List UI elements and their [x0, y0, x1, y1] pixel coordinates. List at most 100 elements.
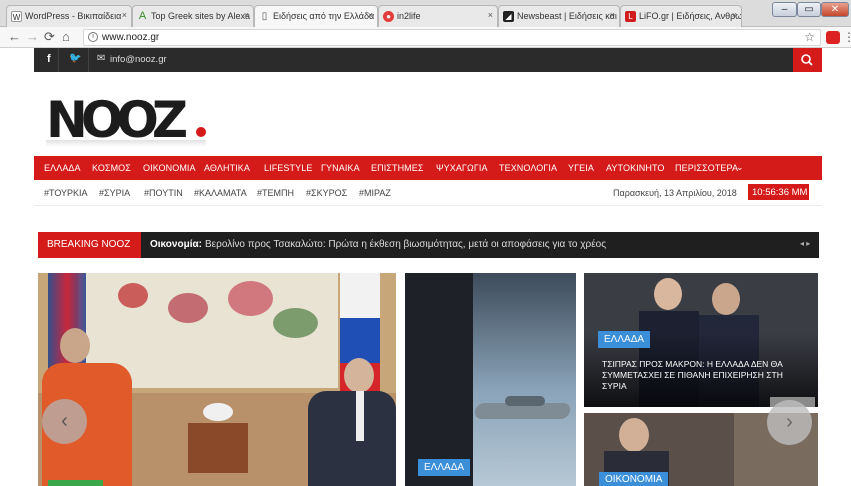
nav-item-perissotera[interactable]: ΠΕΡΙΣΣΟΤΕΡΑ: [675, 163, 738, 173]
tag-link[interactable]: #ΜΙΡΑΖ: [359, 188, 391, 198]
close-tab-icon[interactable]: ×: [732, 10, 737, 20]
person-head: [344, 358, 374, 393]
tab-in2life[interactable]: ● in2life ×: [378, 5, 498, 27]
nav-item-technologia[interactable]: ΤΕΧΝΟΛΟΓΙΑ: [499, 163, 557, 173]
person-head: [619, 418, 649, 452]
featured-card-politics[interactable]: ΕΛΛΑΔΑ ΤΣΙΠΡΑΣ ΠΡΟΣ ΜΑΚΡΟΝ: Η ΕΛΛΑΔΑ ΔΕΝ…: [584, 273, 818, 407]
tag-link[interactable]: #ΣΥΡΙΑ: [99, 188, 130, 198]
nav-item-kosmos[interactable]: ΚΟΣΜΟΣ: [92, 163, 131, 173]
nav-item-athlitika[interactable]: ΑΘΛΗΤΙΚΑ: [204, 163, 250, 173]
logo-reflection: [46, 140, 206, 147]
tab-newsbeast[interactable]: ◢ Newsbeast | Ειδήσεις και ×: [498, 5, 620, 27]
nav-item-epistimes[interactable]: ΕΠΙΣΤΗΜΕΣ: [371, 163, 424, 173]
person-head: [60, 328, 90, 363]
tag-link[interactable]: #ΠΟΥΤΙΝ: [144, 188, 183, 198]
address-bar[interactable]: i www.nooz.gr ☆: [83, 29, 821, 46]
russia-flag-blue: [340, 318, 380, 363]
close-tab-icon[interactable]: ×: [610, 10, 615, 20]
divider: [88, 48, 89, 72]
shirt-detail: [356, 391, 364, 441]
menu-icon[interactable]: ⋮: [843, 30, 851, 44]
search-icon: [801, 54, 813, 66]
site-topbar: f 🐦 ✉ info@nooz.gr: [34, 48, 822, 72]
maximize-icon[interactable]: ▭: [797, 2, 821, 17]
tab-title: Ειδήσεις από την Ελλάδα: [273, 11, 375, 21]
wikipedia-favicon-icon: W: [11, 11, 22, 22]
clock-badge: 10:56:36 MM: [748, 184, 809, 200]
close-tab-icon[interactable]: ×: [122, 10, 127, 20]
browser-tab-strip: W WordPress - Βικιπαίδεια × A Top Greek …: [0, 0, 851, 28]
alexa-favicon-icon: A: [138, 10, 147, 22]
main-nav: ΕΛΛΑΔΑ ΚΟΣΜΟΣ ΟΙΚΟΝΟΜΙΑ ΑΘΛΗΤΙΚΑ LIFESTY…: [34, 156, 822, 180]
tab-title: Top Greek sites by Alexa: [151, 11, 251, 21]
bookmark-star-icon[interactable]: ☆: [804, 30, 815, 44]
jet-canopy: [505, 396, 545, 406]
close-tab-icon[interactable]: ×: [368, 10, 373, 20]
nav-item-ellada[interactable]: ΕΛΛΑΔΑ: [44, 163, 81, 173]
nav-item-gynaika[interactable]: ΓΥΝΑΙΚΑ: [321, 163, 360, 173]
tab-lifo[interactable]: L LiFO.gr | Ειδήσεις, Ανθρω ×: [620, 5, 742, 27]
nav-item-psychagogia[interactable]: ΨΥΧΑΓΩΓΙΑ: [436, 163, 488, 173]
nav-item-aftokinito[interactable]: ΑΥΤΟΚΙΝΗΤΟ: [606, 163, 665, 173]
page-favicon-icon: ▯: [261, 11, 268, 22]
leaves-decor: [273, 308, 318, 338]
category-badge[interactable]: ΟΙΚΟΝΟΜΙΑ: [599, 472, 669, 486]
tag-link[interactable]: #ΣΚΥΡΟΣ: [306, 188, 347, 198]
home-icon[interactable]: ⌂: [62, 30, 70, 44]
category-badge[interactable]: ΕΛΛΑΔΑ: [418, 459, 471, 476]
contact-email[interactable]: info@nooz.gr: [110, 54, 167, 65]
tab-nooz[interactable]: ▯ Ειδήσεις από την Ελλάδα ×: [254, 5, 378, 28]
tab-alexa[interactable]: A Top Greek sites by Alexa ×: [132, 5, 254, 27]
chevron-down-icon: ⌄: [736, 162, 744, 172]
reload-icon[interactable]: ⟳: [44, 30, 55, 44]
tab-wikipedia[interactable]: W WordPress - Βικιπαίδεια ×: [6, 5, 132, 27]
russia-flag-white: [340, 273, 380, 318]
minimize-icon[interactable]: ‒: [772, 2, 797, 17]
nav-item-oikonomia[interactable]: ΟΙΚΟΝΟΜΙΑ: [143, 163, 196, 173]
category-badge-strip: [48, 480, 103, 486]
carousel-next-button[interactable]: ›: [767, 400, 812, 445]
forward-icon[interactable]: →: [26, 30, 39, 44]
flower-vase: [203, 403, 233, 421]
twitter-icon[interactable]: 🐦: [69, 53, 81, 64]
tab-title: in2life: [397, 11, 421, 21]
current-date: Παρασκευή, 13 Απριλίου, 2018: [613, 188, 737, 198]
featured-card-jet[interactable]: ΕΛΛΑΔΑ: [405, 273, 576, 486]
close-tab-icon[interactable]: ×: [244, 10, 249, 20]
in2life-favicon-icon: ●: [383, 11, 394, 22]
article-headline[interactable]: ΤΣΙΠΡΑΣ ΠΡΟΣ ΜΑΚΡΟΝ: Η ΕΛΛΑΔΑ ΔΕΝ ΘΑ ΣΥΜ…: [602, 359, 807, 392]
nav-item-lifestyle[interactable]: LIFESTYLE: [264, 163, 312, 173]
tag-link[interactable]: #ΚΑΛΑΜΑΤΑ: [194, 188, 247, 198]
tab-title: WordPress - Βικιπαίδεια: [25, 11, 122, 21]
tag-link[interactable]: #ΤΕΜΠΗ: [257, 188, 294, 198]
close-window-icon[interactable]: ✕: [821, 2, 849, 17]
breaking-category[interactable]: Οικονομία:: [150, 239, 202, 250]
mail-icon: ✉: [97, 53, 106, 64]
newsbeast-favicon-icon: ◢: [503, 11, 514, 22]
close-tab-icon[interactable]: ×: [488, 10, 493, 20]
info-icon[interactable]: i: [88, 32, 98, 42]
ticker-arrows-icon[interactable]: ◂ ▸: [800, 239, 810, 248]
logo-dot-icon: [195, 127, 206, 137]
back-icon[interactable]: ←: [8, 30, 21, 44]
facebook-icon[interactable]: f: [47, 53, 51, 65]
site-logo[interactable]: NOOZ: [46, 95, 206, 145]
breaking-headline[interactable]: Βερολίνο προς Τσακαλώτο: Πρώτα η έκθεση …: [205, 239, 606, 250]
extension-icon[interactable]: [826, 31, 840, 44]
search-button[interactable]: [793, 48, 822, 72]
divider: [34, 205, 822, 206]
breaking-label: BREAKING NOOZ: [38, 232, 141, 258]
tag-link[interactable]: #ΤΟΥΡΚΙΑ: [44, 188, 88, 198]
address-text: www.nooz.gr: [102, 32, 160, 43]
person-head: [712, 283, 740, 315]
category-badge[interactable]: ΕΛΛΑΔΑ: [598, 331, 651, 348]
tab-title: Newsbeast | Ειδήσεις και: [517, 11, 617, 21]
nav-item-ygeia[interactable]: ΥΓΕΙΑ: [568, 163, 594, 173]
side-table: [188, 423, 248, 473]
person-head: [654, 278, 682, 310]
lifo-favicon-icon: L: [625, 11, 636, 22]
featured-card-main[interactable]: ‹: [38, 273, 396, 486]
tab-title: LiFO.gr | Ειδήσεις, Ανθρω: [639, 11, 742, 21]
carousel-prev-button[interactable]: ‹: [42, 399, 87, 444]
flower-decor: [228, 281, 273, 316]
